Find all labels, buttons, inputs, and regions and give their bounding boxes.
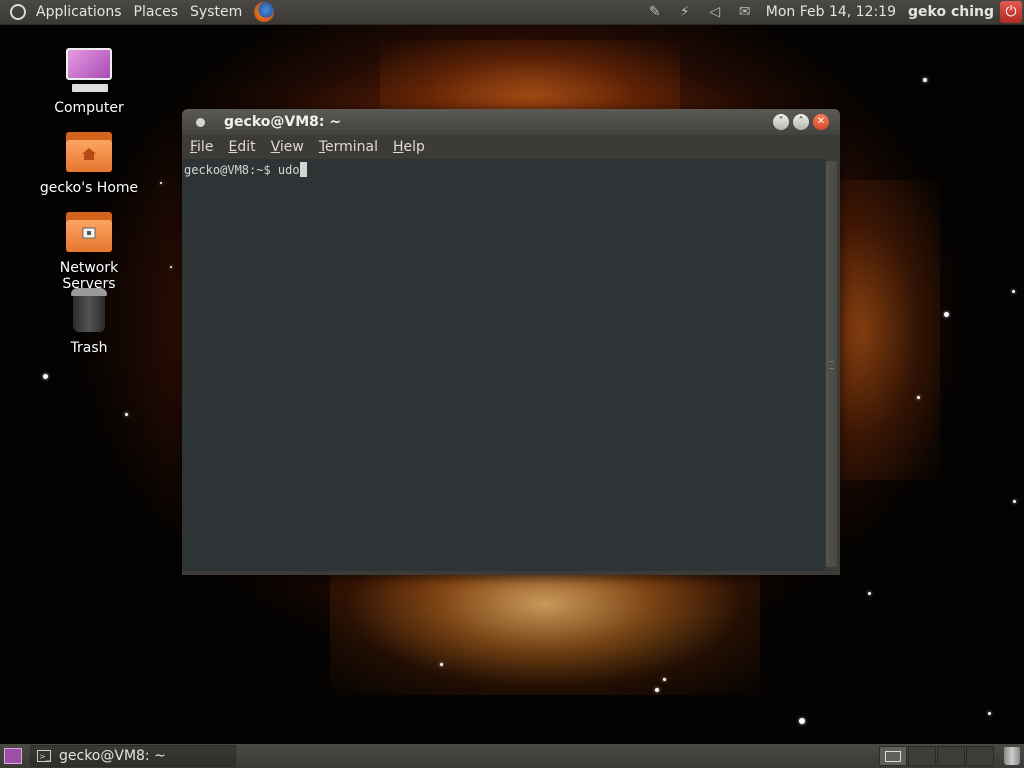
places-menu[interactable]: Places — [128, 0, 185, 24]
menu-help[interactable]: Help — [385, 135, 432, 159]
bottom-panel: >_ gecko@VM8: ~ — [0, 744, 1024, 768]
star — [917, 396, 920, 399]
taskbar-window-label: gecko@VM8: ~ — [59, 748, 166, 764]
terminal-icon: >_ — [37, 750, 51, 762]
home-folder-icon — [64, 126, 114, 176]
menu-view[interactable]: View — [263, 135, 311, 159]
star — [868, 592, 871, 595]
scrollbar-thumb[interactable] — [826, 161, 837, 567]
star — [988, 712, 991, 715]
command-input: udo — [277, 163, 300, 177]
menu-edit[interactable]: Edit — [220, 135, 262, 159]
system-tray: ✎ ⚡ ◁ ✉ Mon Feb 14, 12:19 geko ching ⏻ — [640, 0, 1024, 24]
close-icon[interactable]: ✕ — [813, 114, 829, 130]
star — [170, 266, 172, 268]
clock[interactable]: Mon Feb 14, 12:19 — [760, 0, 902, 24]
text-cursor — [299, 162, 307, 177]
workspace-3[interactable] — [937, 746, 965, 766]
applications-menu[interactable]: Applications — [30, 0, 128, 24]
desktop-icon-trash[interactable]: Trash — [34, 286, 144, 356]
desktop-icon-home[interactable]: gecko's Home — [34, 126, 144, 196]
system-menu[interactable]: System — [184, 0, 248, 24]
terminal-menubar: File Edit View Terminal Help — [182, 135, 840, 159]
show-desktop-icon[interactable] — [4, 748, 22, 764]
workspace-switcher — [878, 746, 994, 766]
desktop-icon-label: Trash — [70, 340, 108, 356]
shell-prompt: gecko@VM8:~$ — [184, 163, 278, 177]
desktop-icon-computer[interactable]: Computer — [34, 46, 144, 116]
computer-icon — [64, 46, 114, 96]
workspace-4[interactable] — [966, 746, 994, 766]
star — [663, 678, 666, 681]
window-title: gecko@VM8: ~ — [224, 114, 342, 130]
star — [440, 663, 443, 666]
volume-icon[interactable]: ◁ — [706, 3, 724, 21]
star — [923, 78, 927, 82]
terminal-scrollbar[interactable] — [825, 159, 838, 571]
trash-icon — [64, 286, 114, 336]
menu-file[interactable]: File — [182, 135, 220, 159]
prompt-line: gecko@VM8:~$ udo — [184, 162, 307, 178]
top-panel: Applications Places System ✎ ⚡ ◁ ✉ Mon F… — [0, 0, 1024, 24]
taskbar-window-button[interactable]: >_ gecko@VM8: ~ — [30, 745, 236, 767]
workspace-1[interactable] — [879, 746, 907, 766]
star — [799, 718, 805, 724]
terminal-output[interactable]: gecko@VM8:~$ udo — [182, 159, 825, 571]
star — [1013, 500, 1016, 503]
ubuntu-logo-icon[interactable] — [10, 4, 26, 20]
power-icon[interactable]: ⏻ — [1000, 1, 1022, 23]
user-menu[interactable]: geko ching — [902, 0, 1000, 24]
firefox-launcher-icon[interactable] — [254, 2, 275, 22]
desktop-icon-label: gecko's Home — [39, 180, 139, 196]
star — [1012, 290, 1015, 293]
trash-applet-icon[interactable] — [1004, 747, 1020, 765]
star — [43, 374, 48, 379]
network-icon[interactable]: ⚡ — [676, 3, 694, 21]
star — [655, 688, 659, 692]
nebula-glow — [330, 555, 760, 695]
maximize-icon[interactable]: ˄ — [793, 114, 809, 130]
star — [160, 182, 162, 184]
menu-terminal[interactable]: Terminal — [311, 135, 385, 159]
star — [125, 413, 128, 416]
window-titlebar[interactable]: gecko@VM8: ~ ˅ ˄ ✕ — [182, 109, 840, 135]
window-menu-icon[interactable] — [196, 118, 205, 127]
mail-icon[interactable]: ✉ — [736, 3, 754, 21]
nebula-glow — [830, 180, 940, 480]
workspace-2[interactable] — [908, 746, 936, 766]
network-folder-icon — [64, 206, 114, 256]
minimize-icon[interactable]: ˅ — [773, 114, 789, 130]
desktop-icon-label: Computer — [54, 100, 124, 116]
terminal-window: gecko@VM8: ~ ˅ ˄ ✕ File Edit View Termin… — [182, 109, 840, 575]
star — [944, 312, 949, 317]
desktop-icon-network-servers[interactable]: Network Servers — [34, 206, 144, 292]
update-notifier-icon[interactable]: ✎ — [646, 3, 664, 21]
